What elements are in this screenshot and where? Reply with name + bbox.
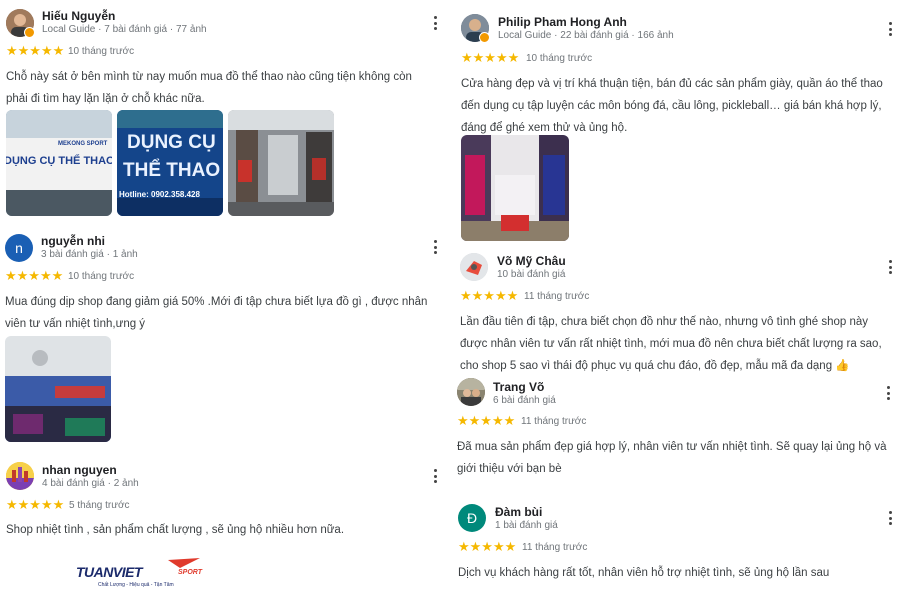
local-guide-badge-icon [479,32,490,43]
reviewer-name[interactable]: Hiếu Nguyễn [42,9,115,23]
review-photo[interactable]: DỤNG CỤ THỂ THAO Hotline: 0902.358.428 [117,110,223,216]
reviewer-avatar[interactable]: n [5,234,33,262]
photo-caption-sub: Hotline: 0902.358.428 [119,190,200,199]
more-options-icon[interactable] [429,238,441,256]
reviewer-name[interactable]: nguyễn nhi [41,234,105,248]
avatar-photo [6,462,34,490]
reviewer-meta: 1 bài đánh giá [495,520,558,531]
reviewer-meta: Local Guide · 22 bài đánh giá · 166 ảnh [498,30,674,41]
review-text: Mua đúng dịp shop đang giảm giá 50% .Mới… [5,296,428,330]
reviewer-avatar[interactable] [6,462,34,490]
star-rating: ★★★★★ [457,413,516,428]
more-options-icon[interactable] [884,20,896,38]
local-guide-badge-icon [24,27,35,38]
reviewer-avatar[interactable] [460,253,488,281]
reviewer-meta: 6 bài đánh giá [493,395,556,406]
star-rating: ★★★★★ [460,288,519,303]
photo-image [5,336,111,442]
photo-caption-top: MEKONG SPORT [58,141,108,147]
reviewer-meta: 3 bài đánh giá · 1 ảnh [41,249,138,260]
reviewer-name[interactable]: Võ Mỹ Châu [497,254,566,268]
review-time: 10 tháng trước [68,46,135,57]
more-options-icon[interactable] [882,384,894,402]
photo-image [461,135,569,241]
reviewer-name[interactable]: Đàm bùi [495,505,542,519]
logo-tagline: Chất Lượng - Hiệu quả - Tận Tâm [98,582,174,588]
review-text: Cửa hàng đẹp và vị trí khá thuận tiện, b… [461,78,883,134]
photo-caption-main: THỂ THAO [123,160,221,181]
reviewer-meta: 4 bài đánh giá · 2 ảnh [42,478,139,489]
review-time: 10 tháng trước [68,271,135,282]
review-photo[interactable] [5,336,111,442]
star-rating: ★★★★★ [6,497,65,512]
review-time: 11 tháng trước [521,416,587,427]
more-options-icon[interactable] [429,467,441,485]
review-time: 11 tháng trước [522,542,588,553]
reviewer-name[interactable]: nhan nguyen [42,463,117,477]
review-time: 11 tháng trước [524,291,590,302]
reviewer-meta: Local Guide · 7 bài đánh giá · 77 ảnh [42,24,207,35]
review-time: 5 tháng trước [69,500,130,511]
avatar-letter: Đ [466,510,478,526]
avatar-photo [460,253,488,281]
review-text: Dịch vụ khách hàng rất tốt, nhân viên hỗ… [458,567,830,579]
review-text: Shop nhiệt tình , sản phẩm chất lượng , … [6,524,345,536]
more-options-icon[interactable] [884,509,896,527]
brand-logo: TUANVIET SPORT Chất Lượng - Hiệu quả - T… [76,556,206,592]
reviewer-name[interactable]: Trang Võ [493,380,544,394]
photo-caption-main: DỤNG CỤ THỂ THAO [6,155,112,167]
photo-caption-top: DỤNG CỤ [127,132,216,153]
review-text: Chỗ này sát ở bên mình từ nay muốn mua đ… [6,71,412,105]
star-rating: ★★★★★ [6,43,65,58]
logo-brand: TUANVIET [76,564,143,580]
reviewer-name[interactable]: Philip Pham Hong Anh [498,15,627,29]
reviewer-meta: 10 bài đánh giá [497,269,566,280]
star-rating: ★★★★★ [461,50,520,65]
star-rating: ★★★★★ [5,268,64,283]
reviewer-avatar[interactable]: Đ [458,504,486,532]
logo-brand-sub: SPORT [178,569,202,576]
photo-image [228,110,334,216]
review-photo[interactable] [228,110,334,216]
review-text: Đã mua sản phẩm đẹp giá hợp lý, nhân viê… [457,441,887,475]
more-options-icon[interactable] [429,14,441,32]
review-text: Lần đầu tiên đi tập, chưa biết chọn đồ n… [460,316,882,372]
avatar-letter: n [15,240,23,256]
star-rating: ★★★★★ [458,539,517,554]
reviewer-avatar[interactable] [457,378,485,406]
review-photo[interactable]: MEKONG SPORT DỤNG CỤ THỂ THAO [6,110,112,216]
review-time: 10 tháng trước [526,53,593,64]
more-options-icon[interactable] [884,258,896,276]
avatar-photo [457,378,485,406]
review-photo[interactable] [461,135,569,241]
